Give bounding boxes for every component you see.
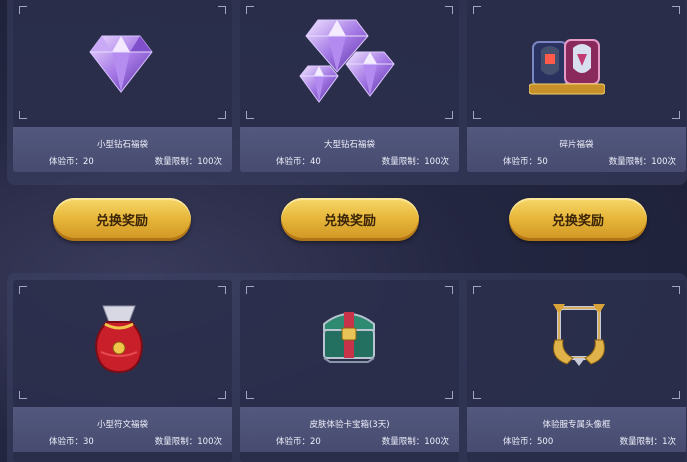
frame-corner: [218, 111, 226, 119]
frame-corner: [672, 391, 680, 399]
reward-art: [13, 0, 232, 125]
reward-coin: 体验币：20: [49, 157, 94, 167]
redeem-button-2[interactable]: 兑换奖励: [281, 198, 419, 241]
frame-corner: [445, 286, 453, 294]
frame-corner: [473, 111, 481, 119]
avatar-frame-icon: [551, 300, 607, 368]
reward-info-bar: 体验服专属头像框 体验币：500 数量限制：1次: [467, 407, 686, 452]
reward-art: [467, 0, 686, 125]
reward-art: [240, 0, 459, 125]
reward-limit: 数量限制：1次: [619, 437, 676, 447]
reward-info-bar: 碎片福袋 体验币：50 数量限制：100次: [467, 127, 686, 172]
reward-coin: 体验币：20: [276, 437, 321, 447]
reward-limit: 数量限制：100次: [381, 157, 449, 167]
frame-corner: [672, 111, 680, 119]
reward-card-skin-trial-chest: 皮肤体验卡宝箱(3天) 体验币：20 数量限制：100次: [240, 280, 459, 462]
frame-corner: [246, 286, 254, 294]
reward-name: 大型钻石福袋: [323, 140, 375, 150]
reward-name: 小型钻石福袋: [96, 140, 148, 150]
frame-corner: [445, 391, 453, 399]
frame-corner: [246, 6, 254, 14]
reward-limit: 数量限制：100次: [154, 437, 222, 447]
fragment-icon: [529, 36, 605, 100]
frame-corner: [19, 391, 27, 399]
frame-corner: [672, 286, 680, 294]
redeem-button-1[interactable]: 兑换奖励: [53, 198, 191, 241]
reward-art: [467, 280, 686, 405]
rune-bag-icon: [91, 302, 147, 376]
reward-name: 皮肤体验卡宝箱(3天): [309, 420, 390, 430]
treasure-chest-icon: [318, 302, 380, 364]
redeem-button-3[interactable]: 兑换奖励: [509, 198, 647, 241]
reward-card-large-diamond-bag: 大型钻石福袋 体验币：40 数量限制：100次: [240, 0, 459, 172]
frame-corner: [473, 286, 481, 294]
frame-corner: [218, 391, 226, 399]
reward-name: 体验服专属头像框: [542, 420, 611, 430]
reward-name: 小型符文福袋: [96, 420, 148, 430]
reward-info-bar: 小型符文福袋 体验币：30 数量限制：100次: [13, 407, 232, 452]
reward-coin: 体验币：50: [503, 157, 548, 167]
frame-corner: [445, 111, 453, 119]
reward-coin: 体验币：40: [276, 157, 321, 167]
frame-corner: [445, 6, 453, 14]
small-diamond-icon: [88, 32, 154, 94]
reward-info-bar: 小型钻石福袋 体验币：20 数量限制：100次: [13, 127, 232, 172]
frame-corner: [19, 286, 27, 294]
reward-info-bar: 皮肤体验卡宝箱(3天) 体验币：20 数量限制：100次: [240, 407, 459, 452]
reward-limit: 数量限制：100次: [608, 157, 676, 167]
reward-card-small-diamond-bag: 小型钻石福袋 体验币：20 数量限制：100次: [13, 0, 232, 172]
frame-corner: [473, 6, 481, 14]
frame-corner: [19, 6, 27, 14]
reward-art: [13, 280, 232, 405]
reward-limit: 数量限制：100次: [154, 157, 222, 167]
frame-corner: [246, 391, 254, 399]
reward-name: 碎片福袋: [559, 140, 594, 150]
frame-corner: [246, 111, 254, 119]
frame-corner: [218, 6, 226, 14]
frame-corner: [218, 286, 226, 294]
large-diamond-icon: [298, 16, 402, 106]
reward-info-bar: 大型钻石福袋 体验币：40 数量限制：100次: [240, 127, 459, 172]
frame-corner: [672, 6, 680, 14]
reward-coin: 体验币：30: [49, 437, 94, 447]
reward-coin: 体验币：500: [503, 437, 554, 447]
reward-card-fragment-bag: 碎片福袋 体验币：50 数量限制：100次: [467, 0, 686, 172]
reward-limit: 数量限制：100次: [381, 437, 449, 447]
reward-art: [240, 280, 459, 405]
frame-corner: [473, 391, 481, 399]
reward-card-small-rune-bag: 小型符文福袋 体验币：30 数量限制：100次: [13, 280, 232, 462]
reward-card-avatar-frame: 体验服专属头像框 体验币：500 数量限制：1次: [467, 280, 686, 462]
frame-corner: [19, 111, 27, 119]
